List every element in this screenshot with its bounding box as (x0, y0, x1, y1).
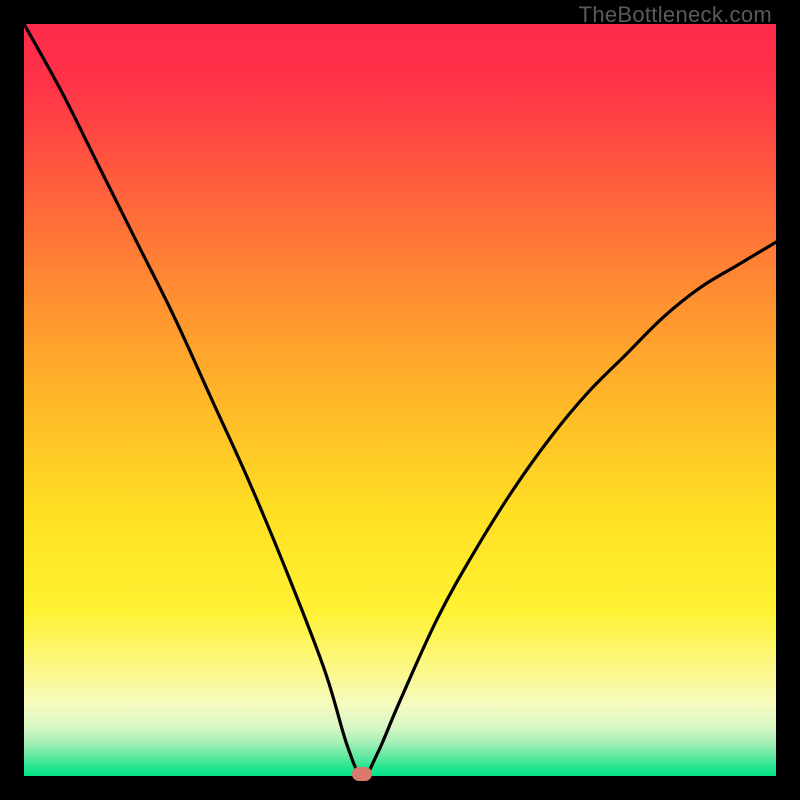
watermark-text: TheBottleneck.com (579, 2, 772, 28)
bottleneck-curve (24, 24, 776, 776)
minimum-marker (352, 767, 372, 781)
